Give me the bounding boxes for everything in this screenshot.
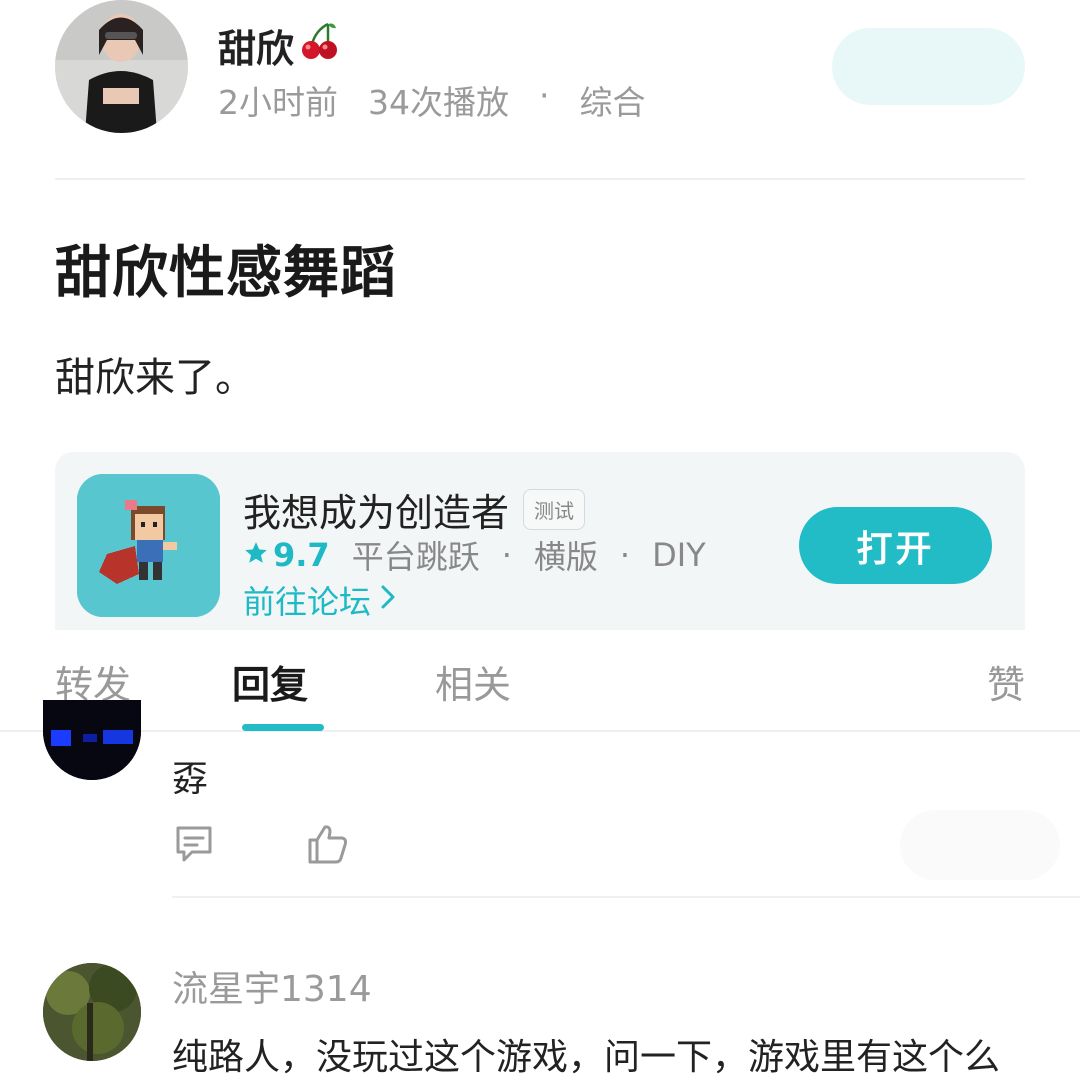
tab-bar: 转发 回复 相关 赞 — [0, 632, 1080, 732]
chevron-right-icon — [379, 581, 397, 619]
comment-text: 孬 — [172, 759, 209, 800]
game-rating: 9.7 — [243, 536, 330, 574]
comment-actions — [172, 822, 350, 870]
game-tag: DIY — [652, 536, 706, 574]
game-card[interactable]: 我想成为创造者 测试 9.7 平台跳跃 · 横版 · DIY 前往论坛 打开 — [55, 452, 1025, 630]
tag-separator: · — [501, 536, 512, 574]
cherry-icon — [298, 20, 340, 71]
post-body: 甜欣来了。 — [55, 355, 255, 401]
game-name[interactable]: 我想成为创造者 测试 — [243, 482, 586, 537]
comment-text: 纯路人，没玩过这个游戏，问一下，游戏里有这个么 — [172, 1037, 1001, 1078]
comment-divider — [172, 896, 1080, 898]
avatar[interactable] — [43, 963, 141, 1061]
avatar[interactable] — [43, 700, 141, 780]
post-title: 甜欣性感舞蹈 — [55, 241, 397, 306]
forum-link[interactable]: 前往论坛 — [243, 577, 397, 623]
tab-related[interactable]: 相关 — [435, 654, 511, 709]
post-category[interactable]: 综合 — [580, 76, 646, 124]
tab-likes[interactable]: 赞 — [987, 654, 1025, 709]
game-name-text: 我想成为创造者 — [243, 491, 510, 535]
follow-button[interactable] — [832, 28, 1025, 105]
game-icon[interactable] — [77, 474, 220, 617]
tag-separator: · — [619, 536, 631, 574]
author-name[interactable]: 甜欣 — [218, 18, 340, 73]
post-time: 2小时前 — [218, 83, 338, 122]
play-count: 34次播放 — [368, 83, 509, 122]
game-tags: 9.7 平台跳跃 · 横版 · DIY — [243, 532, 706, 578]
game-tag: 平台跳跃 — [351, 538, 480, 576]
active-tab-indicator — [242, 724, 324, 731]
meta-separator: · — [539, 76, 550, 115]
game-tag: 横版 — [533, 538, 598, 576]
action-overlay — [900, 810, 1060, 880]
post-meta: 2小时前 34次播放 · 综合 — [218, 76, 646, 124]
star-icon — [243, 536, 269, 574]
author-name-text: 甜欣 — [218, 27, 295, 71]
thumbs-up-icon[interactable] — [306, 822, 350, 870]
rating-value: 9.7 — [273, 536, 330, 574]
open-button[interactable]: 打开 — [799, 507, 992, 584]
comment-icon[interactable] — [172, 822, 216, 870]
forum-link-text: 前往论坛 — [243, 583, 372, 621]
tab-reply[interactable]: 回复 — [232, 654, 308, 709]
author-avatar[interactable] — [55, 0, 188, 133]
comment-username[interactable]: 流星宇1314 — [172, 960, 372, 1012]
header-divider — [55, 178, 1025, 180]
test-badge: 测试 — [523, 489, 586, 530]
